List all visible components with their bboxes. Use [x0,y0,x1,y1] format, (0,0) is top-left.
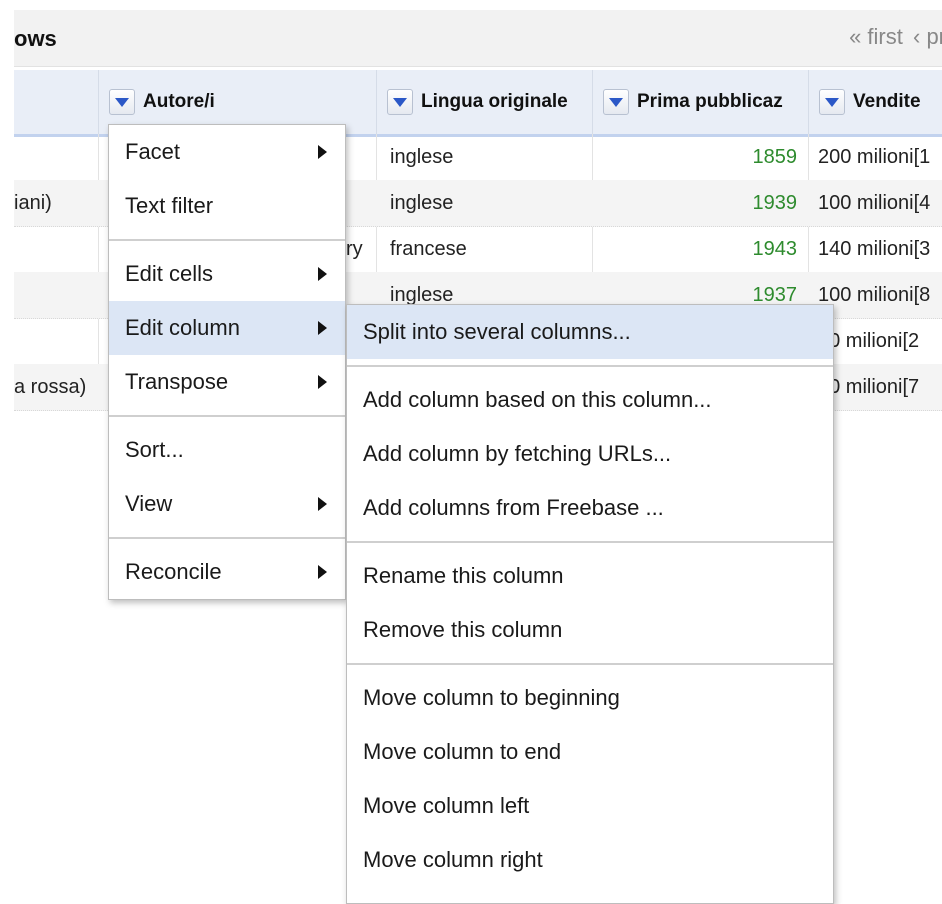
menu-separator [109,239,345,241]
menu-item-move-to-end[interactable]: Move column to end [347,725,833,779]
table-cell: ry [346,238,363,260]
column-dropdown-button[interactable] [109,89,135,115]
menu-item-label: Sort... [125,437,184,462]
table-cell-year: 1859 [752,146,798,168]
column-header-label: Autore/i [143,91,215,112]
table-cell-vendite: 140 milioni[3 [818,238,931,260]
dropdown-triangle-icon [115,97,129,107]
table-cell: a rossa) [14,376,87,398]
table-cell-lingua: inglese [390,192,454,214]
table-cell-year: 1939 [752,192,798,214]
submenu-arrow-icon [318,321,327,335]
menu-item-add-column-fetching-urls[interactable]: Add column by fetching URLs... [347,427,833,481]
pager-first-link[interactable]: « first [849,24,903,49]
column-header-label: Vendite [853,91,921,112]
table-cell: iani) [14,192,52,214]
menu-item-label: Move column right [363,847,543,872]
menu-item-move-right[interactable]: Move column right [347,833,833,887]
menu-item-label: Add columns from Freebase ... [363,495,664,520]
menu-item-label: Reconcile [125,559,222,584]
menu-item-label: Split into several columns... [363,319,631,344]
menu-item-label: Move column left [363,793,530,818]
table-cell [14,134,94,180]
edit-column-submenu: Split into several columns... Add column… [346,304,834,904]
column-header-label: Prima pubblicaz [637,91,783,112]
menu-item-label: Facet [125,139,181,164]
menu-item-add-column-based[interactable]: Add column based on this column... [347,373,833,427]
menu-item-transpose[interactable]: Transpose [109,355,345,409]
menu-item-rename-column[interactable]: Rename this column [347,549,833,603]
menu-item-add-columns-freebase[interactable]: Add columns from Freebase ... [347,481,833,535]
column-header-lingua[interactable]: Lingua originale [376,70,593,134]
submenu-arrow-icon [318,145,327,159]
table-cell [348,134,376,180]
menu-item-remove-column[interactable]: Remove this column [347,603,833,657]
dropdown-triangle-icon [825,97,839,107]
table-cell-lingua: francese [390,238,467,260]
menu-item-view[interactable]: View [109,477,345,531]
menu-item-label: Edit cells [125,261,214,286]
submenu-arrow-icon [318,267,327,281]
column-dropdown-button[interactable] [603,89,629,115]
menu-separator [347,365,833,367]
column-header-prev [14,70,98,134]
menu-item-label: Remove this column [363,617,563,642]
column-dropdown-button[interactable] [819,89,845,115]
pager: « first ‹ pr [845,24,942,50]
column-dropdown-button[interactable] [387,89,413,115]
table-cell-vendite: 200 milioni[1 [818,146,931,168]
toolbar: ows « first ‹ pr [14,10,942,67]
menu-item-label: Add column by fetching URLs... [363,441,672,466]
menu-item-label: Edit column [125,315,240,340]
pager-prev-link[interactable]: ‹ pr [913,24,942,49]
dropdown-triangle-icon [609,97,623,107]
column-menu: Facet Text filter Edit cells Edit column… [108,124,346,600]
menu-item-label: Add column based on this column... [363,387,712,412]
submenu-arrow-icon [318,565,327,579]
column-header-label: Lingua originale [421,91,568,112]
menu-item-facet[interactable]: Facet [109,125,345,179]
menu-item-label: Text filter [125,193,214,218]
menu-separator [109,415,345,417]
dropdown-triangle-icon [393,97,407,107]
submenu-arrow-icon [318,497,327,511]
submenu-arrow-icon [318,375,327,389]
menu-item-label: Transpose [125,369,229,394]
menu-item-split-columns[interactable]: Split into several columns... [347,305,833,359]
menu-item-text-filter[interactable]: Text filter [109,179,345,233]
menu-item-label: Rename this column [363,563,564,588]
menu-item-label: View [125,491,173,516]
menu-item-move-left[interactable]: Move column left [347,779,833,833]
menu-separator [347,663,833,665]
column-header-vendite[interactable]: Vendite [808,70,942,134]
menu-item-reconcile[interactable]: Reconcile [109,545,345,599]
menu-item-sort[interactable]: Sort... [109,423,345,477]
menu-item-move-to-beginning[interactable]: Move column to beginning [347,671,833,725]
table-cell-vendite: 100 milioni[4 [818,192,931,214]
table-cell-vendite: 50 milioni[2 [818,330,920,352]
menu-item-edit-column[interactable]: Edit column [109,301,345,355]
column-header-prima-pubblicazione[interactable]: Prima pubblicaz [592,70,809,134]
table-cell [14,318,94,364]
menu-item-edit-cells[interactable]: Edit cells [109,247,345,301]
rows-label: ows [14,26,57,51]
table-cell [14,272,94,318]
table-cell-vendite: 100 milioni[8 [818,284,931,306]
menu-separator [109,537,345,539]
menu-item-label: Move column to end [363,739,562,764]
table-cell-year: 1943 [752,238,798,260]
menu-separator [347,541,833,543]
table-cell-vendite: 00 milioni[7 [818,376,920,398]
table-cell [14,226,94,272]
table-cell [348,180,376,226]
menu-item-label: Move column to beginning [363,685,620,710]
table-cell-lingua: inglese [390,146,454,168]
